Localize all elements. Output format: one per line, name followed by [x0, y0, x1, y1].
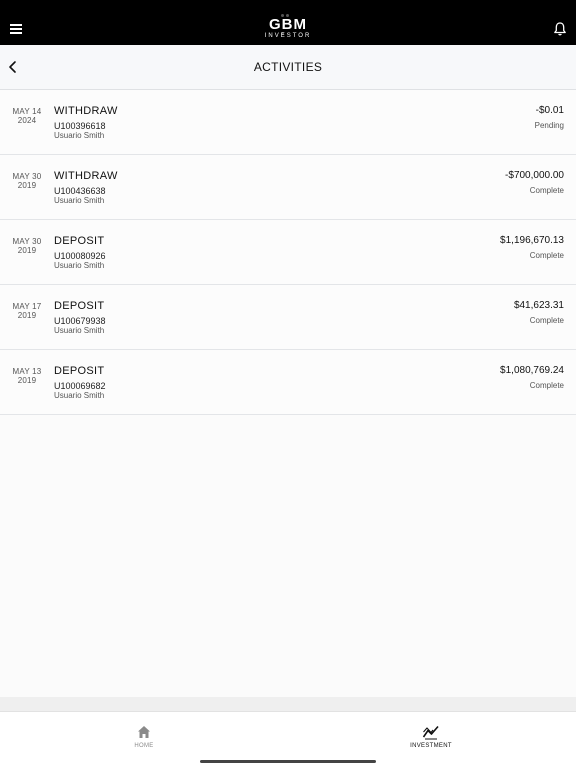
activity-account: U100080926 — [54, 251, 106, 261]
activity-account: U100436638 — [54, 186, 106, 196]
activity-date: MAY 13 2019 — [4, 367, 50, 385]
tab-home[interactable]: HOME — [104, 724, 184, 749]
activity-month-day: MAY 17 — [12, 302, 42, 311]
activity-status: Pending — [534, 121, 564, 130]
home-indicator[interactable] — [200, 760, 376, 763]
activity-amount: -$0.01 — [535, 105, 564, 116]
tab-home-label: HOME — [134, 743, 154, 749]
activity-account: U100679938 — [54, 316, 106, 326]
activity-status: Complete — [529, 251, 564, 260]
activity-list: MAY 14 2024 WITHDRAW U100396618 Usuario … — [0, 90, 576, 415]
activity-status: Complete — [529, 381, 564, 390]
activity-amount: $1,196,670.13 — [500, 235, 564, 246]
activity-owner: Usuario Smith — [54, 261, 105, 270]
activity-date: MAY 14 2024 — [4, 107, 50, 125]
hamburger-menu-icon[interactable] — [10, 24, 22, 34]
tab-investment-label: INVESTMENT — [410, 743, 452, 749]
activity-type: DEPOSIT — [54, 235, 105, 247]
multitasking-dots[interactable] — [281, 4, 295, 35]
activity-date: MAY 30 2019 — [4, 237, 50, 255]
activity-month-day: MAY 30 — [12, 237, 42, 246]
activity-status: Complete — [529, 316, 564, 325]
activity-status: Complete — [529, 186, 564, 195]
activity-amount: $1,080,769.24 — [500, 365, 564, 376]
activity-date: MAY 17 2019 — [4, 302, 50, 320]
activity-date: MAY 30 2019 — [4, 172, 50, 190]
activity-year: 2019 — [17, 246, 37, 255]
activity-year: 2019 — [17, 311, 37, 320]
activity-month-day: MAY 14 — [12, 107, 42, 116]
activity-account: U100069682 — [54, 381, 106, 391]
activity-owner: Usuario Smith — [54, 391, 105, 400]
activity-row[interactable]: MAY 17 2019 DEPOSIT U100679938 Usuario S… — [0, 285, 576, 350]
line-chart-icon — [422, 725, 439, 740]
tab-investment[interactable]: INVESTMENT — [391, 724, 471, 749]
activity-type: WITHDRAW — [54, 105, 118, 117]
activity-amount: $41,623.31 — [513, 300, 564, 311]
activity-year: 2024 — [17, 116, 37, 125]
activity-owner: Usuario Smith — [54, 326, 105, 335]
bell-icon[interactable] — [552, 21, 568, 37]
activity-row[interactable]: MAY 13 2019 DEPOSIT U100069682 Usuario S… — [0, 350, 576, 415]
activity-type: WITHDRAW — [54, 170, 118, 182]
logo-main-text: GBM — [269, 16, 307, 33]
activity-row[interactable]: MAY 30 2019 DEPOSIT U100080926 Usuario S… — [0, 220, 576, 285]
activities-header: ACTIVITIES — [0, 45, 576, 90]
page-title: ACTIVITIES — [253, 60, 323, 74]
activity-type: DEPOSIT — [54, 300, 105, 312]
activity-owner: Usuario Smith — [54, 131, 105, 140]
activity-row[interactable]: MAY 14 2024 WITHDRAW U100396618 Usuario … — [0, 90, 576, 155]
activity-month-day: MAY 30 — [12, 172, 42, 181]
activity-month-day: MAY 13 — [12, 367, 42, 376]
activity-year: 2019 — [17, 376, 37, 385]
activity-type: DEPOSIT — [54, 365, 105, 377]
app-logo: GBM INVESTOR — [238, 17, 338, 40]
logo-sub-text: INVESTOR — [264, 33, 312, 39]
activity-account: U100396618 — [54, 121, 106, 131]
activity-owner: Usuario Smith — [54, 196, 105, 205]
top-bar: GBM INVESTOR — [0, 0, 576, 45]
bottom-separator — [0, 697, 576, 711]
activity-amount: -$700,000.00 — [505, 170, 564, 181]
activity-row[interactable]: MAY 30 2019 WITHDRAW U100436638 Usuario … — [0, 155, 576, 220]
activity-year: 2019 — [17, 181, 37, 190]
house-icon — [138, 726, 150, 738]
